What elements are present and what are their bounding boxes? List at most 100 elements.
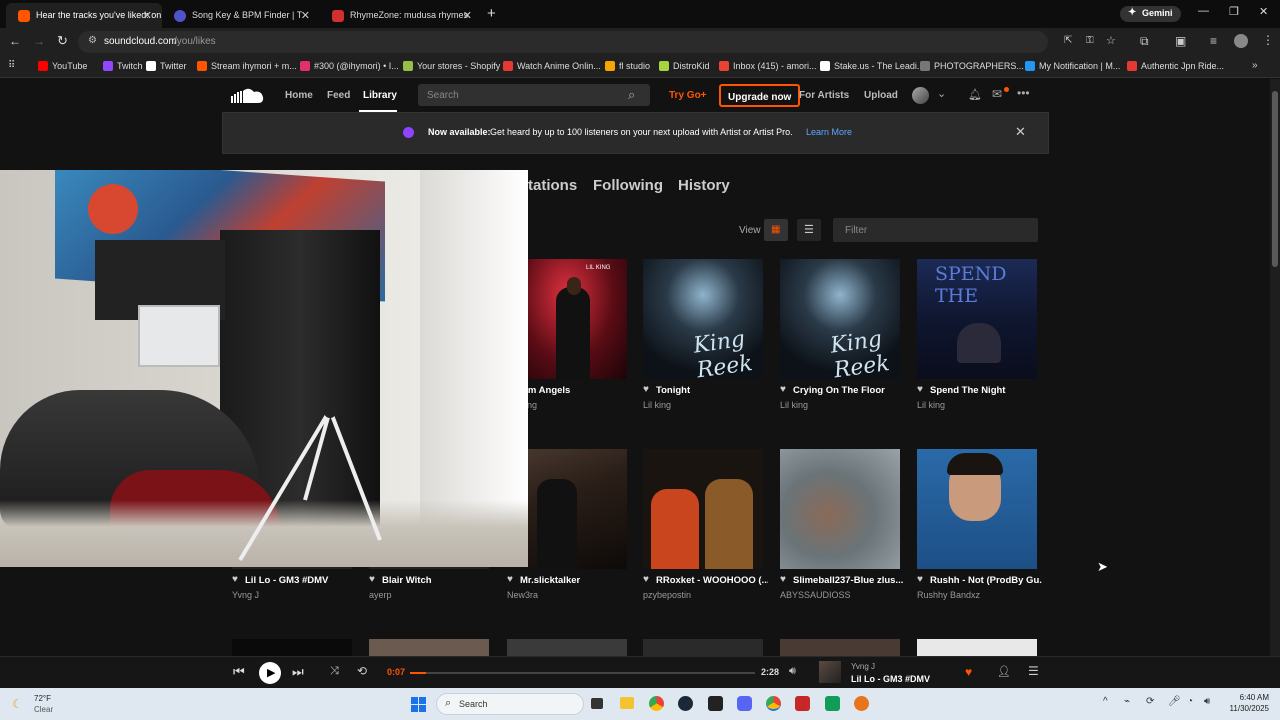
track-artist[interactable]: pzybepostin bbox=[643, 590, 691, 600]
track-artist[interactable]: New3ra bbox=[507, 590, 538, 600]
track-card[interactable]: Rushh - Not (ProdBy Gu... Rushhy Bandxz bbox=[917, 449, 1042, 600]
weather-moon-icon[interactable]: ☾ bbox=[12, 697, 23, 711]
app-red-icon[interactable] bbox=[795, 696, 810, 711]
bookmark-item[interactable]: Authentic Jpn Ride... bbox=[1127, 61, 1224, 71]
like-heart-icon[interactable]: ♥ bbox=[965, 665, 972, 679]
track-artwork[interactable] bbox=[232, 639, 352, 656]
track-artwork[interactable] bbox=[780, 449, 900, 569]
track-title[interactable]: RRoxket - WOOHOOO (... bbox=[643, 575, 768, 586]
track-card[interactable]: King Reek Tonight Lil king bbox=[643, 259, 763, 410]
url-bar[interactable]: ⚙ soundcloud.com /you/likes ⇱ ⚿ ☆ bbox=[78, 31, 1116, 53]
track-artwork[interactable] bbox=[643, 449, 763, 569]
track-artist[interactable]: Lil king bbox=[780, 400, 808, 410]
track-title[interactable]: Lil Lo - GM3 #DMV bbox=[232, 575, 357, 586]
apps-grid-icon[interactable]: ⠿ bbox=[8, 60, 15, 71]
search-icon[interactable]: ⌕ bbox=[628, 87, 635, 103]
next-track-icon[interactable]: ⏭ bbox=[292, 664, 304, 680]
forward-arrow-icon[interactable]: → bbox=[33, 34, 45, 48]
search-input[interactable]: Search ⌕ bbox=[418, 84, 650, 106]
menu-icon[interactable]: ⋮ bbox=[1262, 33, 1274, 47]
bookmark-item[interactable]: Twitch bbox=[103, 61, 143, 71]
track-artwork[interactable]: King Reek bbox=[780, 259, 900, 383]
track-title[interactable]: Blair Witch bbox=[369, 575, 494, 586]
track-title[interactable]: Tonight bbox=[643, 385, 768, 396]
now-playing-title[interactable]: Lil Lo - GM3 #DMV bbox=[851, 674, 930, 684]
restore-button[interactable]: ❐ bbox=[1229, 5, 1239, 18]
track-artwork[interactable]: SPEND THE bbox=[917, 259, 1037, 379]
previous-track-icon[interactable]: ⏮ bbox=[233, 664, 245, 680]
upgrade-now-button[interactable]: Upgrade now bbox=[719, 84, 801, 107]
more-options-icon[interactable]: ••• bbox=[1017, 86, 1030, 100]
bookmark-star-icon[interactable]: ☆ bbox=[1106, 34, 1116, 47]
track-artwork[interactable] bbox=[643, 639, 763, 656]
media-icon[interactable]: ≡ bbox=[1210, 34, 1217, 48]
app-icon[interactable] bbox=[708, 696, 723, 711]
track-card[interactable]: Slimeball237-Blue zlus... ABYSSAUDIOSS bbox=[780, 449, 903, 600]
file-explorer-icon[interactable] bbox=[620, 697, 634, 709]
bookmark-item[interactable]: fl studio bbox=[605, 61, 650, 71]
upload-link[interactable]: Upload bbox=[864, 90, 898, 101]
bookmark-item[interactable]: Stream ihymori + m... bbox=[197, 61, 297, 71]
tab-soundcloud[interactable]: Hear the tracks you've liked: on ✕ bbox=[6, 3, 162, 28]
track-artwork[interactable]: King Reek bbox=[643, 259, 763, 383]
learn-more-link[interactable]: Learn More bbox=[806, 127, 852, 137]
track-artist[interactable]: Lil king bbox=[643, 400, 671, 410]
weather-desc[interactable]: Clear bbox=[34, 705, 53, 714]
tray-network-icon[interactable]: ⌁ bbox=[1124, 696, 1130, 707]
gemini-button[interactable]: ✦ Gemini bbox=[1120, 6, 1181, 22]
tray-sync-icon[interactable]: ⟳ bbox=[1146, 696, 1154, 707]
taskbar-search[interactable]: ⌕ Search bbox=[436, 693, 584, 715]
track-artwork[interactable] bbox=[507, 639, 627, 656]
password-icon[interactable]: ⚿ bbox=[1086, 35, 1094, 46]
tray-mic-icon[interactable]: 🎤︎ bbox=[1168, 696, 1181, 707]
soundcloud-logo-icon[interactable] bbox=[231, 87, 265, 104]
bookmark-item[interactable]: PHOTOGRAPHERS... bbox=[920, 61, 1024, 71]
minimize-button[interactable]: — bbox=[1198, 5, 1209, 17]
tab-following[interactable]: Following bbox=[593, 177, 663, 194]
chevron-down-icon[interactable]: ⌄ bbox=[937, 87, 946, 100]
track-title[interactable]: Spend The Night bbox=[917, 385, 1042, 396]
bookmark-item[interactable]: Watch Anime Onlin... bbox=[503, 61, 601, 71]
tray-chevron-icon[interactable]: ^ bbox=[1103, 696, 1108, 707]
repeat-icon[interactable]: ⟲ bbox=[357, 664, 367, 678]
close-icon[interactable]: ✕ bbox=[301, 9, 310, 22]
scrollbar-thumb[interactable] bbox=[1272, 91, 1278, 267]
tray-volume-icon[interactable]: 🔊︎ bbox=[1204, 696, 1210, 707]
steam-icon[interactable] bbox=[678, 696, 693, 711]
track-artwork[interactable] bbox=[917, 639, 1037, 656]
bookmark-item[interactable]: Inbox (415) - amori... bbox=[719, 61, 817, 71]
install-icon[interactable]: ⇱ bbox=[1064, 35, 1072, 46]
nav-library[interactable]: Library bbox=[363, 90, 397, 101]
messages-icon[interactable]: ✉ bbox=[992, 87, 1002, 101]
windows-start-icon[interactable] bbox=[411, 697, 427, 713]
filter-input[interactable]: Filter bbox=[833, 218, 1038, 242]
track-artwork[interactable] bbox=[369, 639, 489, 656]
reload-icon[interactable]: ↻ bbox=[57, 33, 68, 49]
chrome-active-icon[interactable] bbox=[766, 696, 781, 711]
nav-home[interactable]: Home bbox=[285, 90, 313, 101]
close-icon[interactable]: ✕ bbox=[463, 9, 472, 22]
tab-rhymezone[interactable]: RhymeZone: mudusa rhymes ✕ bbox=[320, 3, 482, 28]
bookmark-item[interactable]: DistroKid bbox=[659, 61, 710, 71]
profile-avatar[interactable] bbox=[1234, 34, 1248, 48]
track-artist[interactable]: ayerp bbox=[369, 590, 392, 600]
bookmark-item[interactable]: YouTube bbox=[38, 61, 87, 71]
app-orange-icon[interactable] bbox=[854, 696, 869, 711]
bookmark-item[interactable]: My Notification | M... bbox=[1025, 61, 1120, 71]
window-close-button[interactable]: ✕ bbox=[1259, 5, 1268, 18]
notifications-bell-icon[interactable]: 🔔︎ bbox=[968, 88, 982, 101]
track-artist[interactable]: ng bbox=[527, 400, 537, 410]
discord-icon[interactable] bbox=[737, 696, 752, 711]
bookmark-item[interactable]: Your stores - Shopify bbox=[403, 61, 500, 71]
sidepanel-icon[interactable]: ▣ bbox=[1175, 34, 1186, 48]
task-view-icon[interactable] bbox=[591, 698, 603, 709]
track-artist[interactable]: Rushhy Bandxz bbox=[917, 590, 980, 600]
track-artist[interactable]: Lil king bbox=[917, 400, 945, 410]
now-playing-artwork[interactable] bbox=[819, 661, 841, 683]
track-card[interactable]: SPEND THE Spend The Night Lil king bbox=[917, 259, 1037, 410]
close-icon[interactable]: ✕ bbox=[1015, 124, 1026, 140]
grid-view-button[interactable]: ▦ bbox=[764, 219, 788, 241]
follow-user-icon[interactable]: 👤︎ bbox=[997, 665, 1011, 678]
page-scrollbar[interactable] bbox=[1270, 79, 1280, 688]
progress-track[interactable] bbox=[410, 672, 755, 674]
